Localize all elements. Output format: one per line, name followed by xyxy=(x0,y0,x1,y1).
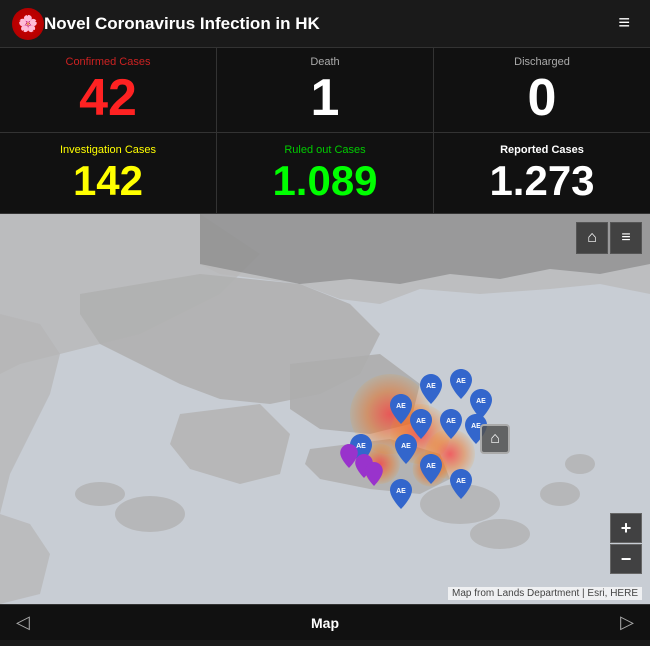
marker-ae-2: AE xyxy=(420,374,442,409)
nav-left-arrow[interactable]: ◁ xyxy=(16,612,30,633)
discharged-value: 0 xyxy=(528,72,557,124)
svg-text:AE: AE xyxy=(476,398,486,405)
bottom-nav: ◁ Map ▷ xyxy=(0,604,650,640)
svg-text:AE: AE xyxy=(401,443,411,450)
home-button[interactable]: ⌂ xyxy=(576,222,608,254)
header: 🌸 Novel Coronavirus Infection in HK ≡ xyxy=(0,0,650,48)
stats-grid: Confirmed Cases 42 Death 1 Discharged 0 … xyxy=(0,48,650,214)
app-title: Novel Coronavirus Infection in HK xyxy=(44,14,610,34)
map-attribution: Map from Lands Department | Esri, HERE xyxy=(448,587,642,600)
nav-label: Map xyxy=(311,615,339,631)
zoom-out-button[interactable]: − xyxy=(610,544,642,574)
death-label: Death xyxy=(310,56,339,68)
marker-ae-8: AE xyxy=(395,434,417,469)
menu-icon[interactable]: ≡ xyxy=(610,8,638,39)
nav-right-arrow[interactable]: ▷ xyxy=(620,612,634,633)
ruled-out-label: Ruled out Cases xyxy=(284,144,365,156)
discharged-cell: Discharged 0 xyxy=(434,48,650,132)
discharged-label: Discharged xyxy=(514,56,570,68)
marker-ae-3: AE xyxy=(450,369,472,404)
death-value: 1 xyxy=(311,72,340,124)
svg-text:AE: AE xyxy=(446,418,456,425)
confirmed-cases-cell: Confirmed Cases 42 xyxy=(0,48,216,132)
reported-cell: Reported Cases 1.273 xyxy=(434,133,650,213)
marker-ae-11: AE xyxy=(450,469,472,504)
svg-text:AE: AE xyxy=(396,488,406,495)
home-marker: ⌂ xyxy=(480,424,510,454)
svg-text:AE: AE xyxy=(456,478,466,485)
investigation-cell: Investigation Cases 142 xyxy=(0,133,216,213)
marker-ae-6: AE xyxy=(440,409,462,444)
zoom-controls: + − xyxy=(610,513,642,574)
reported-value: 1.273 xyxy=(489,160,594,202)
ruled-out-value: 1.089 xyxy=(272,160,377,202)
hk-emblem: 🌸 xyxy=(12,8,44,40)
svg-text:AE: AE xyxy=(426,463,436,470)
ruled-out-cell: Ruled out Cases 1.089 xyxy=(217,133,433,213)
marker-purple-3 xyxy=(365,462,383,491)
svg-text:AE: AE xyxy=(416,418,426,425)
svg-text:AE: AE xyxy=(426,383,436,390)
confirmed-value: 42 xyxy=(79,72,137,124)
investigation-label: Investigation Cases xyxy=(60,144,156,156)
reported-label: Reported Cases xyxy=(500,144,584,156)
death-cell: Death 1 xyxy=(217,48,433,132)
marker-ae-12: AE xyxy=(390,479,412,514)
investigation-value: 142 xyxy=(73,160,143,202)
marker-ae-10: AE xyxy=(420,454,442,489)
map-container[interactable]: AE AE AE AE AE AE AE xyxy=(0,214,650,604)
svg-text:AE: AE xyxy=(396,403,406,410)
zoom-in-button[interactable]: + xyxy=(610,513,642,543)
svg-text:AE: AE xyxy=(456,378,466,385)
layers-button[interactable]: ≡ xyxy=(610,222,642,254)
map-top-controls: ⌂ ≡ xyxy=(576,222,642,254)
confirmed-label: Confirmed Cases xyxy=(66,56,151,68)
marker-ae-1: AE xyxy=(390,394,412,429)
